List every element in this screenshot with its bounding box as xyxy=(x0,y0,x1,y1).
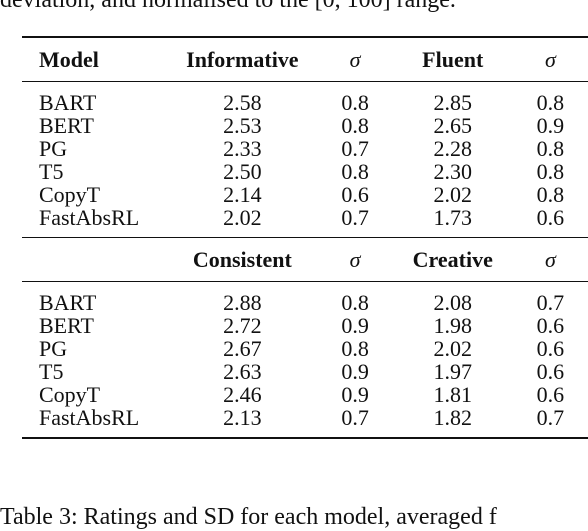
cell-value: 2.72 xyxy=(223,313,262,338)
cell-value: 0.8 xyxy=(341,336,369,361)
cell-value: 0.7 xyxy=(317,206,393,238)
header-creative: Creative xyxy=(392,237,513,282)
cell-value: 2.65 xyxy=(433,113,472,138)
header-informative: Informative xyxy=(167,36,318,82)
table-row: CopyT 2.46 0.9 1.81 0.6 xyxy=(22,383,588,406)
cell-value: 2.14 xyxy=(223,182,262,207)
cell-value: 0.9 xyxy=(341,382,369,407)
ratings-table: Model Informative σ Fluent σ BART 2.58 0… xyxy=(22,36,588,439)
table-row: T5 2.63 0.9 1.97 0.6 xyxy=(22,360,588,383)
cell-value: 0.6 xyxy=(512,206,588,238)
table-row: FastAbsRL 2.02 0.7 1.73 0.6 xyxy=(22,206,588,238)
cell-value: 2.53 xyxy=(223,113,262,138)
preceding-paragraph-fragment: deviation, and normalised to the [0, 100… xyxy=(0,0,456,13)
cell-value: 0.8 xyxy=(536,90,565,115)
cell-value: 0.7 xyxy=(317,406,393,439)
cell-value: 2.33 xyxy=(223,136,262,161)
cell-value: 1.97 xyxy=(433,359,472,384)
table-row: PG 2.33 0.7 2.28 0.8 xyxy=(22,137,588,160)
cell-value: 0.8 xyxy=(341,290,369,315)
table-row: BART 2.88 0.8 2.08 0.7 xyxy=(22,282,588,315)
model-name: FastAbsRL xyxy=(22,406,168,439)
cell-value: 2.08 xyxy=(433,290,472,315)
cell-value: 0.6 xyxy=(341,182,369,207)
table-header-row: Consistent σ Creative σ xyxy=(22,237,588,282)
cell-value: 0.9 xyxy=(341,313,369,338)
cell-value: 0.7 xyxy=(536,290,565,315)
model-name: BART xyxy=(39,90,97,115)
table-header-row: Model Informative σ Fluent σ xyxy=(22,36,588,82)
table-caption: Table 3: Ratings and SD for each model, … xyxy=(0,504,497,530)
cell-value: 2.28 xyxy=(433,136,472,161)
table-row: T5 2.50 0.8 2.30 0.8 xyxy=(22,160,588,183)
model-name: PG xyxy=(39,136,68,161)
cell-value: 2.67 xyxy=(223,336,262,361)
cell-value: 2.02 xyxy=(433,336,472,361)
cell-value: 2.63 xyxy=(223,359,262,384)
cell-value: 2.58 xyxy=(223,90,262,115)
header-sigma: σ xyxy=(317,237,393,282)
cell-value: 2.50 xyxy=(223,159,262,184)
cell-value: 2.30 xyxy=(433,159,472,184)
header-empty xyxy=(22,237,168,282)
model-name: T5 xyxy=(39,159,64,184)
cell-value: 2.02 xyxy=(433,182,472,207)
cell-value: 2.46 xyxy=(223,382,262,407)
cell-value: 0.6 xyxy=(536,336,565,361)
header-model: Model xyxy=(22,36,168,82)
cell-value: 2.02 xyxy=(167,206,318,238)
cell-value: 0.7 xyxy=(341,136,369,161)
cell-value: 1.82 xyxy=(392,406,513,439)
cell-value: 2.88 xyxy=(223,290,262,315)
header-fluent: Fluent xyxy=(392,36,513,82)
cell-value: 0.6 xyxy=(536,359,565,384)
cell-value: 0.8 xyxy=(341,90,369,115)
header-sigma: σ xyxy=(512,36,588,82)
cell-value: 1.98 xyxy=(433,313,472,338)
table-row: BART 2.58 0.8 2.85 0.8 xyxy=(22,82,588,115)
cell-value: 1.73 xyxy=(392,206,513,238)
cell-value: 0.6 xyxy=(536,313,565,338)
table-row: BERT 2.72 0.9 1.98 0.6 xyxy=(22,314,588,337)
model-name: T5 xyxy=(39,359,64,384)
table-row: PG 2.67 0.8 2.02 0.6 xyxy=(22,337,588,360)
cell-value: 0.8 xyxy=(536,136,565,161)
cell-value: 0.6 xyxy=(536,382,565,407)
model-name: CopyT xyxy=(39,182,101,207)
cell-value: 1.81 xyxy=(433,382,472,407)
model-name: PG xyxy=(39,336,68,361)
cell-value: 0.9 xyxy=(341,359,369,384)
header-sigma: σ xyxy=(317,36,393,82)
header-consistent: Consistent xyxy=(167,237,318,282)
cell-value: 0.8 xyxy=(341,159,369,184)
model-name: CopyT xyxy=(39,382,101,407)
cell-value: 0.8 xyxy=(536,182,565,207)
table-row: FastAbsRL 2.13 0.7 1.82 0.7 xyxy=(22,406,588,439)
cell-value: 0.9 xyxy=(536,113,565,138)
table-row: BERT 2.53 0.8 2.65 0.9 xyxy=(22,114,588,137)
model-name: BERT xyxy=(39,313,94,338)
cell-value: 2.13 xyxy=(167,406,318,439)
header-sigma: σ xyxy=(512,237,588,282)
table-row: CopyT 2.14 0.6 2.02 0.8 xyxy=(22,183,588,206)
model-name: FastAbsRL xyxy=(22,206,168,238)
cell-value: 2.85 xyxy=(433,90,472,115)
model-name: BART xyxy=(39,290,97,315)
cell-value: 0.8 xyxy=(341,113,369,138)
model-name: BERT xyxy=(39,113,94,138)
cell-value: 0.8 xyxy=(536,159,565,184)
cell-value: 0.7 xyxy=(512,406,588,439)
